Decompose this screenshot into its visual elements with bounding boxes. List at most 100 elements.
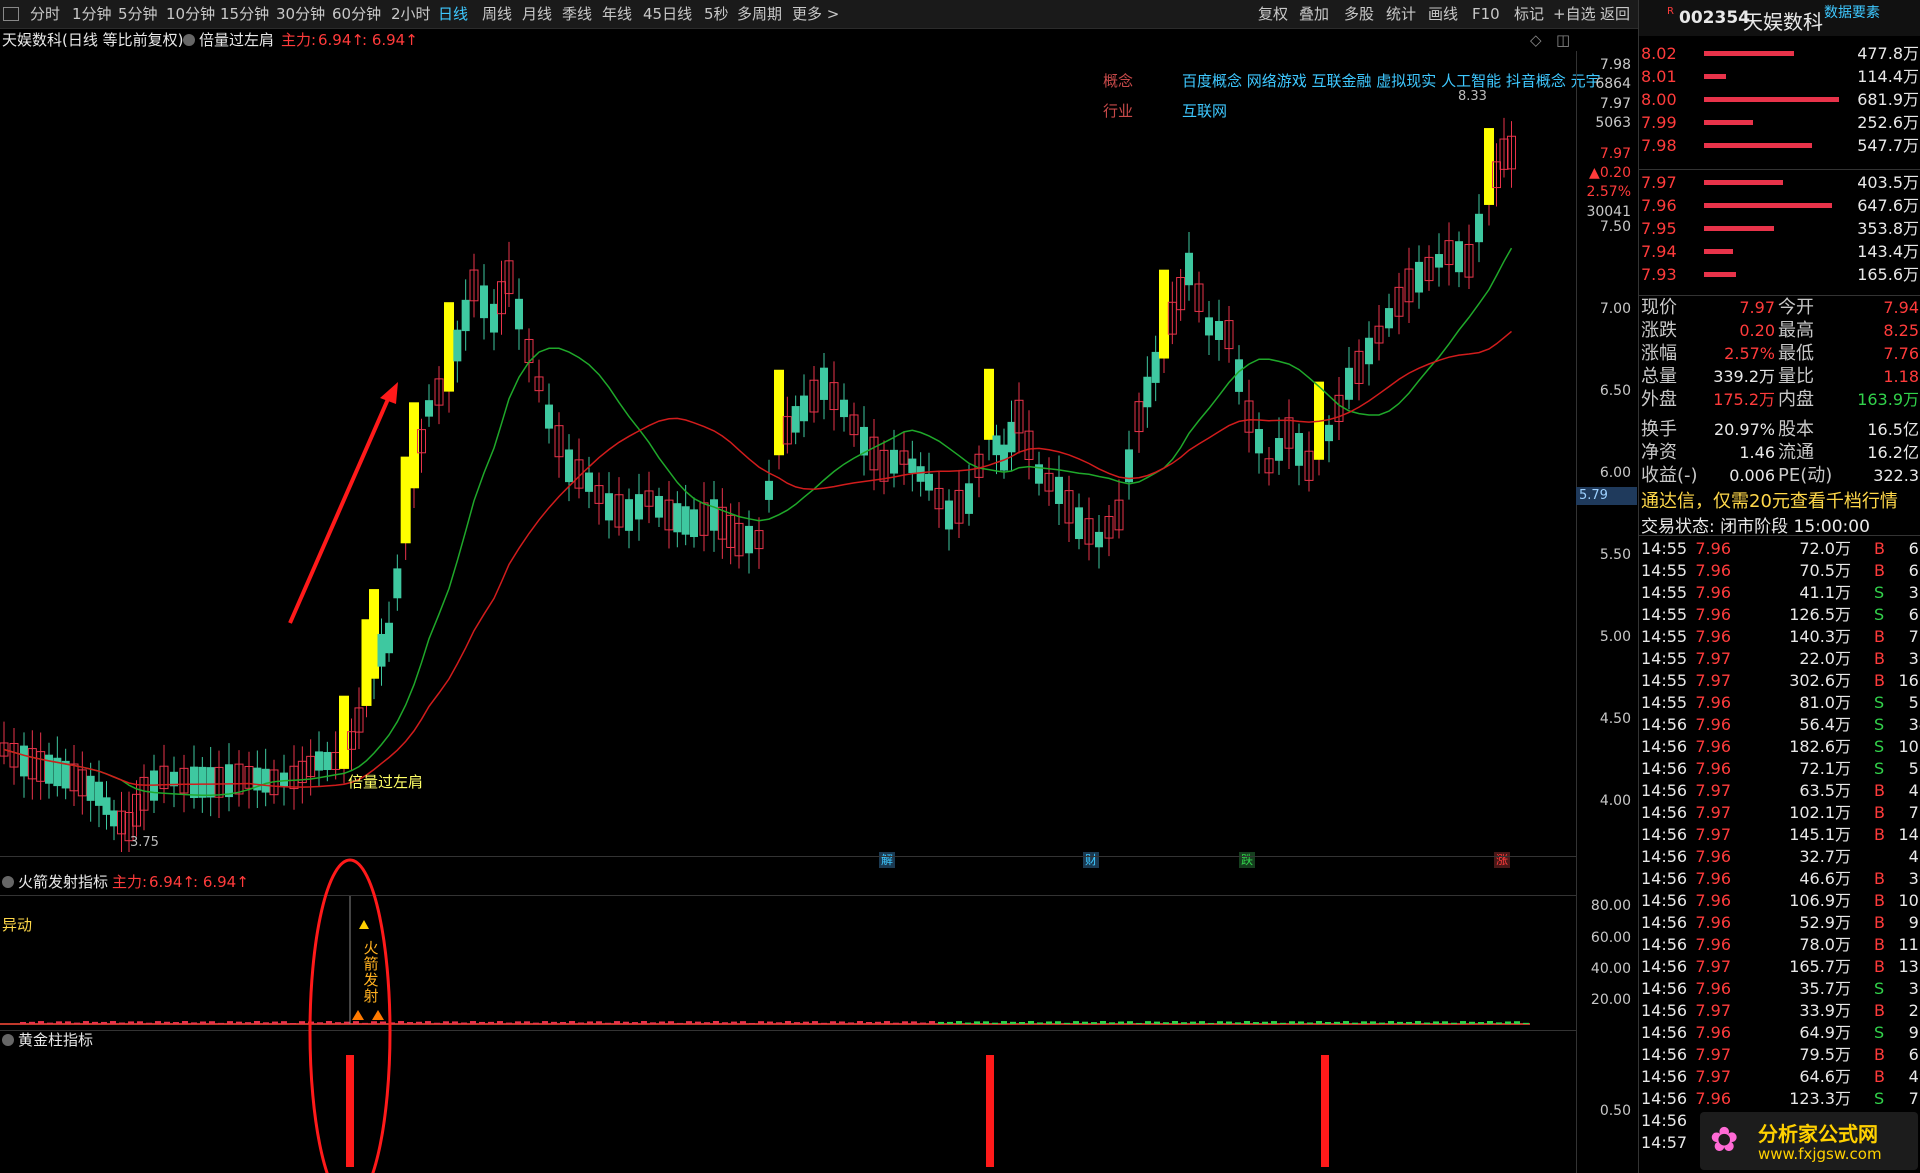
- tick-direction: S: [1874, 583, 1885, 602]
- rocket-bar: [1028, 1021, 1034, 1024]
- period-tab[interactable]: 分时: [30, 0, 60, 28]
- rocket-bar: [1019, 1022, 1025, 1024]
- industry-value[interactable]: 互联网: [1182, 100, 1227, 121]
- quote-label: 股本: [1778, 419, 1814, 440]
- tick-count: 38: [1908, 583, 1920, 602]
- rocket-bar: [1181, 1022, 1187, 1024]
- panel-collapse-icon[interactable]: [2, 1034, 14, 1046]
- period-tab[interactable]: 5分钟: [118, 0, 158, 28]
- period-tab[interactable]: 15分钟: [220, 0, 269, 28]
- period-tab[interactable]: 10分钟: [166, 0, 215, 28]
- chart-maximize-icon[interactable]: ◫: [1556, 29, 1570, 51]
- toolbar-button[interactable]: 叠加: [1299, 0, 1329, 28]
- gold-panel-title-row[interactable]: 黄金柱指标: [2, 1029, 93, 1051]
- rocket-bar: [1397, 1021, 1403, 1024]
- tick-row: 14:55 7.96 70.5万 B 68: [1639, 560, 1920, 582]
- rocket-bar: [911, 1021, 917, 1024]
- bid-row[interactable]: 7.95 353.8万: [1639, 218, 1920, 240]
- event-marker-finance[interactable]: 财: [1083, 852, 1099, 868]
- ask-row[interactable]: 7.98 547.7万: [1639, 135, 1920, 157]
- y-tick-rocket: 20.00: [1590, 992, 1631, 1008]
- tick-count: 27: [1908, 1001, 1920, 1020]
- candle-body-down: [515, 298, 523, 330]
- layout-toggle-icon[interactable]: [3, 7, 19, 21]
- panel-collapse-icon[interactable]: [2, 876, 14, 888]
- rocket-bar: [542, 1021, 548, 1024]
- ask-row[interactable]: 7.99 252.6万: [1639, 112, 1920, 134]
- period-tab[interactable]: 45日线: [643, 0, 692, 28]
- toolbar-button[interactable]: 复权: [1258, 0, 1288, 28]
- indicator-selector[interactable]: 倍量过左肩: [183, 29, 274, 51]
- period-tab[interactable]: 1分钟: [72, 0, 112, 28]
- rocket-bar: [1262, 1021, 1268, 1024]
- event-marker-rise[interactable]: 涨: [1494, 852, 1510, 868]
- period-tab[interactable]: 年线: [602, 0, 632, 28]
- tick-price: 7.97: [1695, 957, 1731, 976]
- candle-body-down: [1055, 476, 1063, 504]
- quote-value: 7.94: [1883, 298, 1919, 317]
- quote-label: 今开: [1778, 297, 1814, 318]
- promo-banner[interactable]: 通达信，仅需20元查看千档行情: [1641, 487, 1898, 513]
- candle-body-down: [206, 767, 215, 798]
- rocket-bar: [1298, 1021, 1304, 1024]
- period-tab[interactable]: 2小时: [391, 0, 431, 28]
- ask-row[interactable]: 8.01 114.4万: [1639, 66, 1920, 88]
- tick-count: 38: [1908, 649, 1920, 668]
- bid-row[interactable]: 7.93 165.6万: [1639, 264, 1920, 286]
- rocket-bar: [758, 1021, 764, 1024]
- quote-row: 总量 339.2万 量比 1.18: [1639, 366, 1920, 388]
- event-marker-unlock[interactable]: 解: [879, 852, 895, 868]
- bid-volume: 647.6万: [1857, 196, 1919, 215]
- chart-settings-icon[interactable]: ◇: [1530, 29, 1542, 51]
- candle-body-down: [102, 797, 111, 815]
- ask-row[interactable]: 8.02 477.8万: [1639, 43, 1920, 65]
- toolbar-button[interactable]: 返回: [1600, 0, 1630, 28]
- candle-body-down: [95, 781, 103, 806]
- tick-direction: S: [1874, 737, 1885, 756]
- rocket-bar: [704, 1022, 710, 1024]
- candle-body-down: [908, 458, 917, 474]
- toolbar-button[interactable]: F10: [1472, 0, 1500, 28]
- toolbar-button[interactable]: 多股: [1344, 0, 1374, 28]
- period-tab[interactable]: 5秒: [704, 0, 729, 28]
- toolbar-button[interactable]: 统计: [1386, 0, 1416, 28]
- toolbar-button[interactable]: +自选: [1553, 0, 1596, 28]
- data-elements-tag[interactable]: 数据要素: [1824, 2, 1880, 22]
- period-tab[interactable]: 60分钟: [332, 0, 381, 28]
- period-tab[interactable]: 季线: [562, 0, 592, 28]
- tick-count: 147: [1898, 825, 1920, 844]
- rocket-launch-text: 火箭发射: [363, 939, 379, 1005]
- bid-row[interactable]: 7.96 647.6万: [1639, 195, 1920, 217]
- period-tab[interactable]: 多周期: [737, 0, 782, 28]
- tick-price: 7.97: [1695, 1067, 1731, 1086]
- rocket-bar: [1325, 1021, 1331, 1024]
- period-tab[interactable]: 更多 >: [792, 0, 839, 28]
- tick-count: 103: [1898, 737, 1920, 756]
- tick-price: 7.97: [1695, 1001, 1731, 1020]
- toolbar-button[interactable]: 画线: [1428, 0, 1458, 28]
- period-tab[interactable]: 日线: [438, 0, 468, 28]
- quote-label: 现价: [1641, 297, 1677, 318]
- signal-candle: [1159, 269, 1169, 359]
- candlestick-chart[interactable]: [0, 52, 1576, 852]
- rocket-bar: [794, 1022, 800, 1024]
- bid-row[interactable]: 7.97 403.5万: [1639, 172, 1920, 194]
- y-tick-gold: 0.50: [1599, 1103, 1631, 1119]
- period-tab[interactable]: 周线: [482, 0, 512, 28]
- panel-divider: [0, 1030, 1576, 1031]
- ask-price: 8.01: [1641, 67, 1677, 86]
- rocket-base-icon: [372, 1010, 384, 1020]
- ask-row[interactable]: 8.00 681.9万: [1639, 89, 1920, 111]
- quote-value: 339.2万: [1713, 367, 1775, 386]
- tick-price: 7.97: [1695, 781, 1731, 800]
- tick-price: 7.96: [1695, 1089, 1731, 1108]
- event-marker-fall[interactable]: 跌: [1239, 852, 1255, 868]
- period-tab[interactable]: 月线: [522, 0, 552, 28]
- period-tab[interactable]: 30分钟: [276, 0, 325, 28]
- rocket-bar: [1082, 1021, 1088, 1024]
- axis-bid-price: 7.97: [1599, 96, 1631, 112]
- bid-row[interactable]: 7.94 143.4万: [1639, 241, 1920, 263]
- concept-values[interactable]: 百度概念 网络游戏 互联金融 虚拟现实 人工智能 抖音概念 元宇: [1182, 70, 1601, 91]
- toolbar-button[interactable]: 标记: [1514, 0, 1544, 28]
- rocket-panel-title-row[interactable]: 火箭发射指标: [2, 871, 108, 893]
